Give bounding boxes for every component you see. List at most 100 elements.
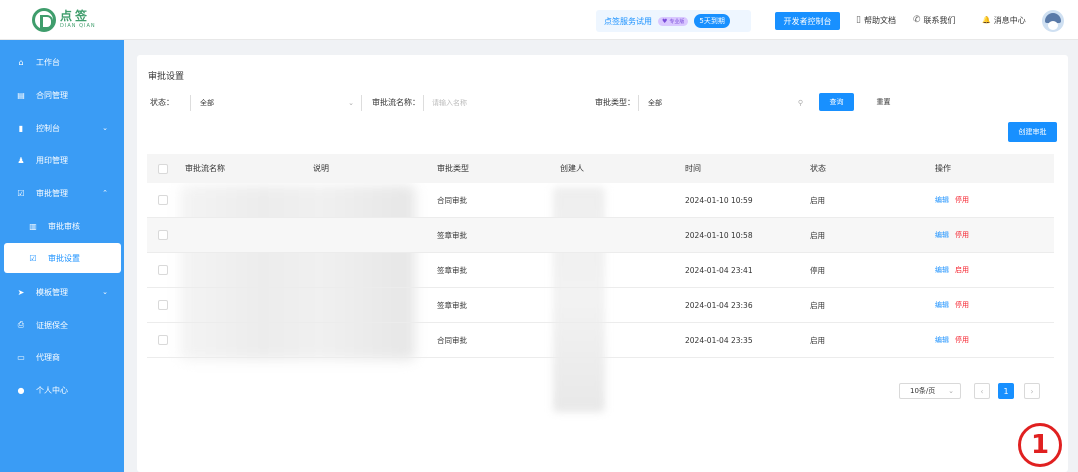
reset-button[interactable]: 重置: [866, 93, 901, 111]
message-center-link[interactable]: 🔔 消息中心: [982, 13, 1026, 27]
next-page-button[interactable]: ›: [1024, 383, 1040, 399]
page-1-button[interactable]: 1: [998, 383, 1014, 399]
edit-link[interactable]: 编辑: [935, 230, 949, 240]
column-header: 审批类型: [437, 164, 469, 173]
column-header: 操作: [935, 164, 951, 173]
create-approval-button[interactable]: 创建审批: [1008, 122, 1057, 142]
page-size-select[interactable]: 10条/页 ⌄: [899, 383, 961, 399]
edit-link[interactable]: 编辑: [935, 300, 949, 310]
status-cell: 启用: [810, 300, 825, 310]
column-header: 审批流名称: [185, 164, 225, 173]
bell-icon: 🔔: [982, 16, 991, 24]
prev-page-button[interactable]: ‹: [974, 383, 990, 399]
toggle-status-link[interactable]: 停用: [955, 195, 969, 205]
type-cell: 签章审批: [437, 300, 467, 310]
sidebar-item-agent[interactable]: ▭ 代理商: [0, 341, 124, 373]
logo-subtitle: DIAN QIAN: [60, 23, 96, 29]
type-filter-label: 审批类型：: [595, 98, 635, 107]
edit-link[interactable]: 编辑: [935, 195, 949, 205]
divider: [423, 95, 424, 111]
table-row: 签章审批 2024-01-04 23:36 启用 编辑 停用: [147, 288, 1054, 323]
time-cell: 2024-01-04 23:35: [685, 335, 753, 345]
table-row: 合同审批 2024-01-10 10:59 启用 编辑 停用: [147, 183, 1054, 218]
type-select[interactable]: 全部 ⚲: [648, 95, 803, 111]
evidence-icon: ⎙: [17, 320, 25, 329]
phone-icon: ✆: [913, 15, 921, 25]
sidebar-item-seal[interactable]: ♟ 用印管理: [0, 144, 124, 176]
ops-cell: 编辑 停用: [935, 183, 969, 217]
sidebar-item-approval-review[interactable]: ▥ 审批审核: [0, 210, 124, 242]
type-cell: 签章审批: [437, 230, 467, 240]
type-cell: 签章审批: [437, 265, 467, 275]
user-icon: ●: [17, 385, 25, 395]
toggle-status-link[interactable]: 停用: [955, 300, 969, 310]
time-cell: 2024-01-04 23:41: [685, 265, 753, 275]
select-all-checkbox[interactable]: [158, 163, 168, 174]
logo-title: 点签: [60, 9, 91, 23]
divider: [638, 95, 639, 111]
status-select[interactable]: 全部 ⌄: [200, 95, 354, 111]
chart-icon: ▮: [18, 123, 24, 133]
seal-icon: ♟: [17, 155, 25, 165]
row-checkbox[interactable]: [158, 265, 168, 275]
status-cell: 启用: [810, 335, 825, 345]
row-checkbox[interactable]: [158, 230, 168, 240]
trial-badge: ♥ 专业版: [658, 16, 689, 26]
sidebar-item-profile[interactable]: ● 个人中心: [0, 374, 124, 406]
ops-cell: 编辑 停用: [935, 288, 969, 322]
sidebar-item-workbench[interactable]: ⌂ 工作台: [0, 46, 124, 78]
table-row: 签章审批 2024-01-10 10:58 启用 编辑 停用: [147, 218, 1054, 253]
column-header: 状态: [810, 164, 826, 173]
contact-us-link[interactable]: ✆ 联系我们: [913, 13, 956, 27]
logo[interactable]: 点签 DIAN QIAN: [32, 7, 96, 32]
time-cell: 2024-01-10 10:58: [685, 230, 753, 240]
table-header: 审批流名称 说明 审批类型 创建人 时间 状态 操作: [147, 154, 1054, 183]
edit-link[interactable]: 编辑: [935, 335, 949, 345]
approval-table: 审批流名称 说明 审批类型 创建人 时间 状态 操作 合同审批 2024-01-…: [147, 154, 1054, 358]
sidebar-item-templates[interactable]: ➤ 模板管理 ⌄: [0, 276, 124, 308]
trial-banner[interactable]: 点签服务试用 ♥ 专业版 5天到期: [596, 10, 751, 32]
type-cell: 合同审批: [437, 195, 467, 205]
dev-console-button[interactable]: 开发者控制台: [775, 12, 840, 30]
ops-cell: 编辑 停用: [935, 323, 969, 357]
flow-name-input[interactable]: 请输入名称: [432, 95, 582, 111]
sidebar-item-contracts[interactable]: ▤ 合同管理: [0, 79, 124, 111]
approval-icon: ☑: [17, 188, 25, 198]
toggle-status-link[interactable]: 停用: [955, 335, 969, 345]
status-filter-label: 状态：: [150, 98, 174, 107]
chevron-down-icon: ⌄: [348, 99, 354, 107]
avatar[interactable]: [1042, 10, 1064, 32]
annotation-marker: 1: [1018, 423, 1062, 467]
chevron-down-icon: ⌄: [102, 288, 108, 296]
table-row: 合同审批 2024-01-04 23:35 启用 编辑 停用: [147, 323, 1054, 358]
row-checkbox[interactable]: [158, 195, 168, 205]
chevron-down-icon: ⌄: [102, 124, 108, 132]
divider: [361, 95, 362, 111]
sidebar-item-evidence[interactable]: ⎙ 证据保全: [0, 309, 124, 341]
settings-check-icon: ☑: [29, 253, 37, 263]
status-cell: 启用: [810, 195, 825, 205]
toggle-status-link[interactable]: 停用: [955, 230, 969, 240]
sidebar: ⌂ 工作台 ▤ 合同管理 ▮ 控制台 ⌄ ♟ 用印管理 ☑ 审批管理 ⌃ ▥ 审…: [0, 40, 124, 472]
toggle-status-link[interactable]: 启用: [955, 265, 969, 275]
query-button[interactable]: 查询: [819, 93, 854, 111]
logo-icon: [32, 7, 56, 32]
edit-link[interactable]: 编辑: [935, 265, 949, 275]
heart-icon: ♥: [662, 17, 668, 25]
sidebar-item-approval[interactable]: ☑ 审批管理 ⌃: [0, 177, 124, 209]
review-icon: ▥: [29, 221, 37, 231]
main-panel: 审批设置 状态： 全部 ⌄ 审批流名称： 请输入名称 审批类型： 全部 ⚲ 查询…: [137, 55, 1068, 472]
column-header: 创建人: [560, 164, 584, 173]
help-docs-link[interactable]: ▯ 帮助文档: [856, 13, 896, 27]
time-cell: 2024-01-04 23:36: [685, 300, 753, 310]
row-checkbox[interactable]: [158, 335, 168, 345]
sidebar-item-approval-settings[interactable]: ☑ 审批设置: [4, 243, 121, 273]
chevron-up-icon: ⌃: [102, 189, 108, 197]
column-header: 说明: [313, 164, 329, 173]
chevron-down-icon: ⌄: [948, 387, 954, 395]
ops-cell: 编辑 启用: [935, 253, 969, 287]
row-checkbox[interactable]: [158, 300, 168, 310]
sidebar-item-console[interactable]: ▮ 控制台 ⌄: [0, 112, 124, 144]
table-row: 签章审批 2024-01-04 23:41 停用 编辑 启用: [147, 253, 1054, 288]
template-icon: ➤: [17, 287, 25, 297]
